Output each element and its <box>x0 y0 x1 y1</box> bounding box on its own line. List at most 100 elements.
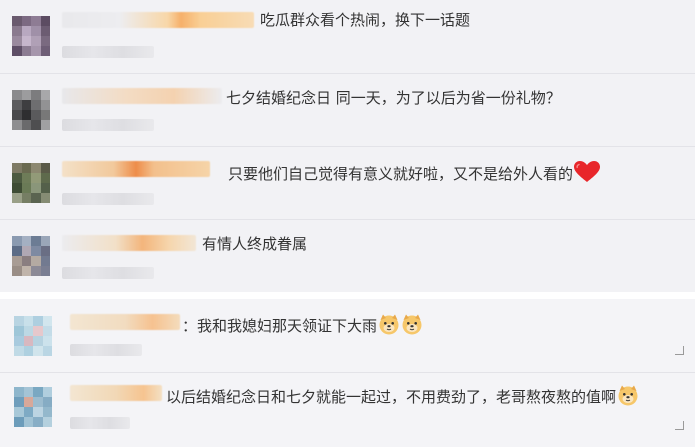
username-blurred[interactable] <box>70 385 162 401</box>
avatar-pixel <box>40 183 50 193</box>
comment-text: ：我和我媳妇那天领证下大雨 <box>182 313 423 340</box>
avatar-pixel <box>12 193 22 203</box>
avatar[interactable] <box>14 316 52 356</box>
avatar-pixel <box>21 163 31 173</box>
avatar-pixel <box>42 387 52 397</box>
timestamp-blurred <box>62 119 154 131</box>
avatar-pixel <box>12 36 22 46</box>
avatar-pixel <box>14 397 24 407</box>
avatar-pixel <box>31 183 41 193</box>
avatar-pixel <box>40 46 50 56</box>
comment-item: 有情人终成眷属 <box>0 220 695 292</box>
avatar[interactable] <box>14 387 52 427</box>
avatar-pixel <box>12 100 22 110</box>
avatar-pixel <box>14 387 24 397</box>
avatar[interactable] <box>12 163 50 203</box>
avatar-pixel <box>31 90 41 100</box>
avatar-pixel <box>12 90 22 100</box>
doge-emoji-icon <box>401 313 423 340</box>
avatar-pixel <box>42 397 52 407</box>
avatar-pixel <box>40 193 50 203</box>
avatar-pixel <box>21 16 31 26</box>
avatar-pixel <box>12 183 22 193</box>
username-blurred[interactable] <box>62 12 254 28</box>
avatar-pixel <box>31 120 41 130</box>
avatar-pixel <box>40 16 50 26</box>
avatar-pixel <box>21 26 31 36</box>
avatar[interactable] <box>12 90 50 130</box>
comment-text: 以后结婚纪念日和七夕就能一起过，不用费劲了，老哥熬夜熬的值啊 <box>166 384 639 411</box>
avatar-pixel <box>31 246 41 256</box>
avatar-pixel <box>40 26 50 36</box>
avatar-pixel <box>33 407 43 417</box>
avatar-pixel <box>31 100 41 110</box>
comment-item: ：我和我媳妇那天领证下大雨 <box>0 300 695 372</box>
avatar-pixel <box>42 346 52 356</box>
avatar-pixel <box>23 417 33 427</box>
avatar-pixel <box>42 316 52 326</box>
avatar[interactable] <box>12 236 50 276</box>
avatar[interactable] <box>12 16 50 56</box>
more-options-icon[interactable] <box>675 346 684 355</box>
avatar-pixel <box>14 417 24 427</box>
avatar-pixel <box>33 417 43 427</box>
avatar-pixel <box>21 46 31 56</box>
username-blurred[interactable] <box>62 88 222 104</box>
avatar-pixel <box>42 417 52 427</box>
doge-emoji-icon <box>617 384 639 411</box>
avatar-pixel <box>21 183 31 193</box>
avatar-pixel <box>31 256 41 266</box>
avatar-pixel <box>31 266 41 276</box>
avatar-pixel <box>21 90 31 100</box>
avatar-pixel <box>31 173 41 183</box>
avatar-pixel <box>31 193 41 203</box>
timestamp-blurred <box>62 193 154 205</box>
avatar-pixel <box>12 236 22 246</box>
more-options-icon[interactable] <box>675 421 684 430</box>
avatar-pixel <box>23 407 33 417</box>
avatar-pixel <box>42 336 52 346</box>
avatar-pixel <box>40 163 50 173</box>
avatar-pixel <box>40 100 50 110</box>
avatar-pixel <box>14 336 24 346</box>
doge-emoji-icon <box>378 313 400 340</box>
comment-item: 以后结婚纪念日和七夕就能一起过，不用费劲了，老哥熬夜熬的值啊 <box>0 373 695 447</box>
comment-text: 有情人终成眷属 <box>202 235 308 253</box>
username-blurred[interactable] <box>70 314 180 330</box>
avatar-pixel <box>40 266 50 276</box>
avatar-pixel <box>21 266 31 276</box>
comment-text: 只要他们自己觉得有意义就好啦，又不是给外人看的 <box>228 161 601 188</box>
timestamp-blurred <box>70 344 142 356</box>
avatar-pixel <box>12 110 22 120</box>
avatar-pixel <box>12 256 22 266</box>
avatar-pixel <box>21 236 31 246</box>
avatar-pixel <box>12 163 22 173</box>
avatar-pixel <box>12 120 22 130</box>
avatar-pixel <box>12 173 22 183</box>
avatar-pixel <box>21 120 31 130</box>
username-blurred[interactable] <box>62 161 210 177</box>
avatar-pixel <box>21 256 31 266</box>
avatar-pixel <box>40 120 50 130</box>
avatar-pixel <box>31 26 41 36</box>
avatar-pixel <box>31 110 41 120</box>
avatar-pixel <box>33 387 43 397</box>
avatar-pixel <box>23 336 33 346</box>
avatar-pixel <box>21 36 31 46</box>
avatar-pixel <box>31 46 41 56</box>
avatar-pixel <box>23 346 33 356</box>
avatar-pixel <box>14 316 24 326</box>
timestamp-blurred <box>70 417 130 429</box>
avatar-pixel <box>33 397 43 407</box>
avatar-pixel <box>12 246 22 256</box>
avatar-pixel <box>14 326 24 336</box>
comment-item: 只要他们自己觉得有意义就好啦，又不是给外人看的 <box>0 147 695 219</box>
avatar-pixel <box>33 346 43 356</box>
avatar-pixel <box>23 326 33 336</box>
comment-item: 七夕结婚纪念日 同一天，为了以后为省一份礼物？ <box>0 74 695 146</box>
avatar-pixel <box>21 110 31 120</box>
avatar-pixel <box>23 397 33 407</box>
heart-icon <box>574 161 601 188</box>
username-blurred[interactable] <box>62 235 196 251</box>
avatar-pixel <box>31 16 41 26</box>
